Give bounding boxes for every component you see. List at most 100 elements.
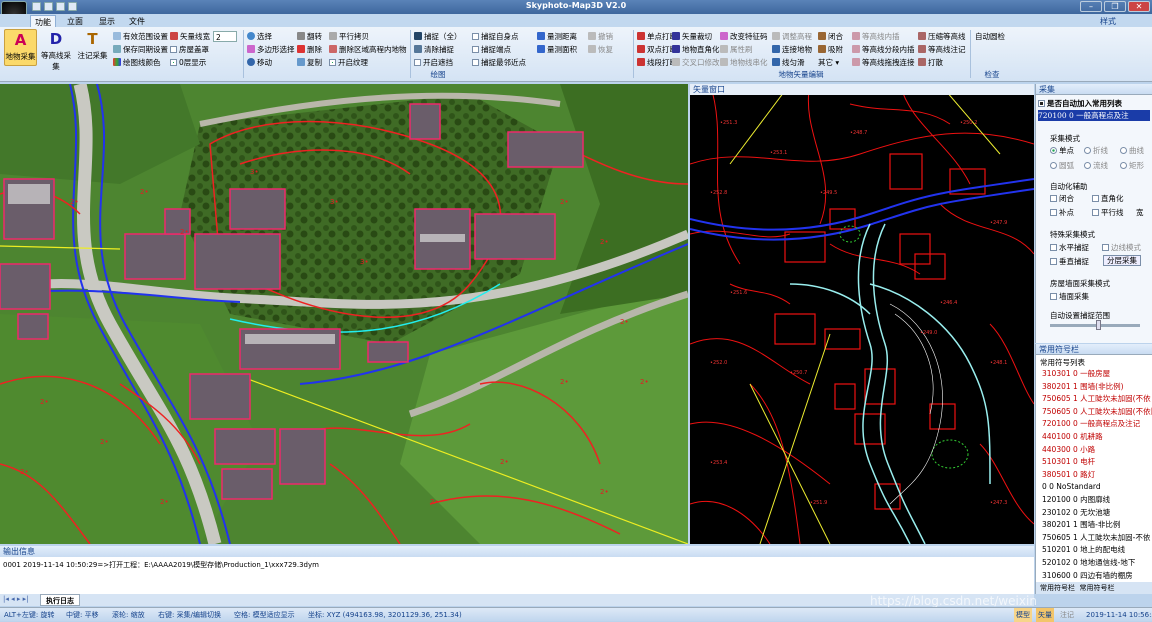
undo-button[interactable]: 撤销 [588,31,613,42]
vector-width-input[interactable]: 2 [213,31,237,42]
range-slider[interactable] [1050,324,1140,327]
change-code-button[interactable]: 改变特征码 [720,31,768,42]
assist-add-point[interactable]: 补点 [1050,207,1074,218]
contour-seg-interp-button[interactable]: 等高线分段内插 [852,44,915,55]
layer0-checkbox[interactable]: 0层显示 [170,57,206,68]
assist-width[interactable]: 宽 [1136,207,1144,218]
symbol-list-item[interactable]: 380201 1 围墙-非比例 [1036,519,1152,532]
split-collect-button[interactable]: 分层采集 [1103,255,1141,266]
snap-nearest-checkbox[interactable]: 捕捉最邻近点 [472,57,526,68]
save-icon[interactable] [56,2,65,11]
occlusion-checkbox[interactable]: 开启遮挡 [414,57,453,68]
open-icon[interactable] [44,2,53,11]
compress-contour-button[interactable]: 压缩等高线 [918,31,966,42]
measure-distance-button[interactable]: 量测距离 [537,31,577,42]
snap-attach-button[interactable]: 吸附 [818,44,843,55]
mode-annotation-button[interactable]: 注记 [1058,608,1076,622]
auto-add-checkbox[interactable]: 是否自动加入常用列表 [1038,98,1122,109]
polygon-select-button[interactable]: 多边形选择 [247,44,295,55]
line-color-button[interactable]: 绘图线颜色 [113,57,161,68]
select-button[interactable]: 选择 [247,31,272,42]
single-break-button[interactable]: 单点打断 [637,31,677,42]
tab-file[interactable]: 文件 [124,15,150,27]
adjust-elevation-button[interactable]: 调整高程 [772,31,812,42]
contour-collect-button[interactable]: D 等高线采集 [38,29,74,71]
segment-break-button[interactable]: 线段打断 [637,57,677,68]
mode-single[interactable]: 单点 [1050,145,1074,156]
parallel-copy-button[interactable]: 平行拷贝 [329,31,369,42]
delete-button[interactable]: 删除 [297,44,322,55]
symbol-list-item[interactable]: 510201 0 地上的配电线 [1036,544,1152,557]
symbol-list-item[interactable]: 120100 0 内图廓线 [1036,494,1152,507]
symbol-list-item[interactable]: 380501 0 路灯 [1036,469,1152,482]
symbol-list-item[interactable]: 510301 0 电杆 [1036,456,1152,469]
range-slider-thumb[interactable] [1096,320,1101,330]
symbol-list-item[interactable]: 520102 0 地地通信线-地下 [1036,557,1152,570]
stringify-button[interactable]: 地物线串化 [720,57,768,68]
redo-button[interactable]: 恢复 [588,44,613,55]
contour-interp-button[interactable]: 等高线内插 [852,31,900,42]
exec-log-tab[interactable]: 执行日志 [40,594,80,606]
symbol-list-item[interactable]: 750605 1 人工陡坎未加固(不依 [1036,393,1152,406]
symbol-list-item[interactable]: 310600 0 四边有墙的棚房 [1036,570,1152,583]
style-menu[interactable]: 样式 [1092,15,1124,27]
symbol-list-item[interactable]: 380201 1 围墙(非比例) [1036,381,1152,394]
feature-collect-button[interactable]: A 地物采集 [4,29,37,66]
symbol-list-item[interactable]: 440300 0 小路 [1036,444,1152,457]
measure-area-button[interactable]: 量测面积 [537,44,577,55]
close-button[interactable]: ✕ [1128,1,1150,12]
other-button[interactable]: 其它 ▾ [818,57,839,68]
mode-arc[interactable]: 圆弧 [1050,160,1074,171]
double-break-button[interactable]: 双点打断 [637,44,677,55]
connect-features-button[interactable]: 连接地物 [772,44,812,55]
mode-rect[interactable]: 矩形 [1120,160,1144,171]
assist-close[interactable]: 闭合 [1050,193,1074,204]
edge-mode[interactable]: 边线模式 [1102,242,1141,253]
save-sync-button[interactable]: 保存同期设置 [113,44,168,55]
smooth-line-button[interactable]: 线匀滑 [772,57,805,68]
vector-clip-button[interactable]: 矢量裁切 [672,31,712,42]
symbol-list-item[interactable]: 230102 0 无坎池塘 [1036,507,1152,520]
delete-region-button[interactable]: 删除区域高程内地物 [329,44,407,55]
symbol-list-item[interactable]: 720100 0 一般高程点及注记 [1036,418,1152,431]
horizontal-snap[interactable]: 水平捕捉 [1050,242,1089,253]
wall-collect[interactable]: 墙面采集 [1050,291,1089,302]
symbol-list-item[interactable]: 440100 0 机耕路 [1036,431,1152,444]
attr-brush-button[interactable]: 属性刷 [720,44,753,55]
restore-button[interactable]: ❐ [1104,1,1126,12]
close-shape-button[interactable]: 闭合 [818,31,843,42]
mode-stream[interactable]: 流线 [1084,160,1108,171]
contour-drag-button[interactable]: 等高线拖拽连接 [852,57,915,68]
assist-right-angle[interactable]: 直角化 [1092,193,1124,204]
snap-endpoint-checkbox[interactable]: 捕捉端点 [472,44,511,55]
undo-icon[interactable] [68,2,77,11]
vector-window[interactable]: •251.3 •253.1 •248.7 •250.2 •252.8 •249.5 •24… [690,84,1034,544]
right-angle-button[interactable]: 地物直角化 [672,44,720,55]
symbol-list-item[interactable]: 750605 0 人工陡坎未加固(不依比 [1036,406,1152,419]
valid-range-button[interactable]: 有效范围设置 [113,31,168,42]
mode-model-button[interactable]: 模型 [1014,608,1032,622]
mode-curve[interactable]: 曲线 [1120,145,1144,156]
mode-polyline[interactable]: 折线 [1084,145,1108,156]
tab-function[interactable]: 功能 [30,15,56,27]
texture-checkbox[interactable]: 开启纹理 [329,57,368,68]
assist-parallel[interactable]: 平行线 [1092,207,1124,218]
clear-snap-button[interactable]: 清除捕捉 [414,44,454,55]
copy-button[interactable]: 复制 [297,57,322,68]
mode-vector-button[interactable]: 矢量 [1036,608,1054,622]
snap-self-checkbox[interactable]: 捕捉自身点 [472,31,519,42]
tab-facade[interactable]: 立面 [62,15,88,27]
code-select[interactable]: 720100 0 一般高程点及注 [1038,110,1150,121]
annotation-collect-button[interactable]: T 注记采集 [76,29,109,66]
flip-button[interactable]: 翻转 [297,31,322,42]
move-button[interactable]: 移动 [247,57,272,68]
snap-all-button[interactable]: 捕捉（全） [414,31,462,42]
explode-button[interactable]: 打散 [918,57,943,68]
symbol-tab-1[interactable]: 常用符号栏 [1040,584,1075,592]
symbol-list-item[interactable]: 0 0 NoStandard [1036,481,1152,494]
contour-label-button[interactable]: 等高线注记 [918,44,966,55]
minimize-button[interactable]: – [1080,1,1102,12]
auto-check-button[interactable]: 自动圆检 [975,31,1005,42]
vertical-snap[interactable]: 垂直捕捉 [1050,256,1089,267]
symbol-list-item[interactable]: 310301 0 一般房屋 [1036,368,1152,381]
